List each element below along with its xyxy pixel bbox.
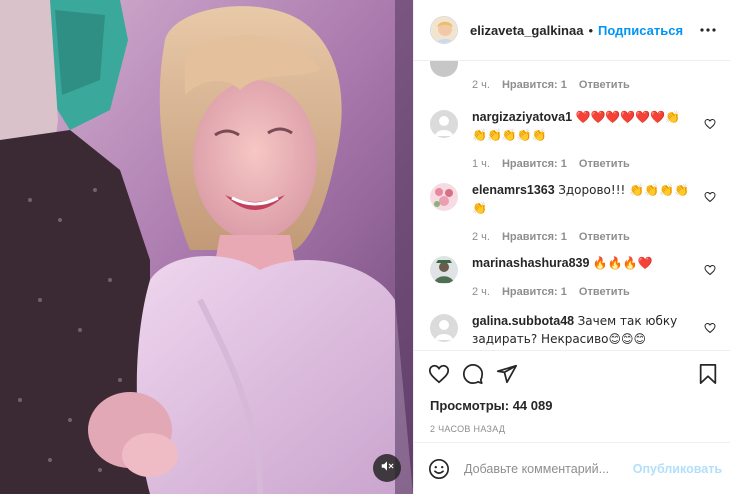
comment-meta: 1 ч. Нравится: 1 Ответить (472, 158, 716, 170)
add-comment-bar: Опубликовать (414, 442, 730, 494)
comment-message: 😊😊😊 (472, 61, 510, 63)
comment-text: nargizaziyatova1 ❤️❤️❤️❤️❤️❤️👏👏👏👏👏👏 (472, 108, 716, 144)
comment-input[interactable] (464, 461, 633, 476)
post-viewer: elizaveta_galkinaa • Подписаться 2 ч. Нр… (0, 0, 730, 494)
views-count: Просмотры: 44 089 (414, 396, 730, 416)
muted-speaker-icon (380, 459, 394, 478)
bookmark-icon[interactable] (698, 363, 718, 385)
author-username[interactable]: elizaveta_galkinaa (470, 23, 583, 38)
more-horizontal-icon[interactable] (700, 28, 716, 32)
comment-text: marinashashura839 🔥🔥🔥❤️ (472, 254, 716, 272)
follow-button[interactable]: Подписаться (598, 23, 683, 38)
reply-button[interactable]: Ответить (579, 79, 630, 91)
comment-text: elenamrs1363 Здорово!!! 👏👏👏👏👏 (472, 181, 716, 217)
commenter-avatar[interactable] (430, 61, 458, 77)
comment-bubble-icon[interactable] (462, 363, 484, 385)
comment-text: 😊😊😊 (472, 61, 716, 65)
commenter-avatar[interactable] (430, 110, 458, 138)
author-avatar[interactable] (430, 16, 458, 44)
comment-time[interactable]: 2 ч. (472, 286, 490, 298)
comment-item: elenamrs1363 Здорово!!! 👏👏👏👏👏 2 ч. Нрави… (430, 181, 716, 243)
comment-likes[interactable]: Нравится: 1 (502, 79, 567, 91)
smiley-icon[interactable] (428, 458, 450, 480)
commenter-avatar[interactable] (430, 183, 458, 211)
comment-item: nargizaziyatova1 ❤️❤️❤️❤️❤️❤️👏👏👏👏👏👏 1 ч.… (430, 108, 716, 170)
comment-username[interactable]: nargizaziyatova1 (472, 110, 572, 124)
reply-button[interactable]: Ответить (579, 158, 630, 170)
comment-text: galina.subbota48 Зачем так юбку задирать… (472, 312, 716, 348)
comment-meta: 2 ч. Нравится: 1 Ответить (472, 231, 716, 243)
reply-button[interactable]: Ответить (579, 231, 630, 243)
comment-item: galina.subbota48 Зачем так юбку задирать… (430, 312, 716, 348)
comment-likes[interactable]: Нравится: 1 (502, 231, 567, 243)
post-time[interactable]: 2 часов назад (414, 416, 730, 442)
views-label[interactable]: Просмотры: 44 089 (430, 398, 552, 413)
comment-likes[interactable]: Нравится: 1 (502, 286, 567, 298)
heart-icon[interactable] (704, 321, 716, 339)
comment-item: 😊😊😊 2 ч. Нравится: 1 Ответить (430, 61, 716, 91)
comment-time[interactable]: 2 ч. (472, 231, 490, 243)
comment-likes[interactable]: Нравится: 1 (502, 158, 567, 170)
comment-time[interactable]: 2 ч. (472, 79, 490, 91)
post-actions (414, 350, 730, 396)
paper-plane-icon[interactable] (496, 363, 518, 385)
publish-button[interactable]: Опубликовать (633, 462, 722, 476)
post-side-panel: elizaveta_galkinaa • Подписаться 2 ч. Нр… (413, 0, 730, 494)
comment-time[interactable]: 1 ч. (472, 158, 490, 170)
comment-username[interactable]: elenamrs1363 (472, 183, 555, 197)
post-video[interactable] (0, 0, 413, 494)
comments-list[interactable]: 😊😊😊 2 ч. Нравится: 1 Ответить (414, 61, 730, 350)
post-header: elizaveta_galkinaa • Подписаться (414, 0, 730, 61)
comment-username[interactable]: galina.subbota48 (472, 314, 574, 328)
video-frame (0, 0, 413, 494)
reply-button[interactable]: Ответить (579, 286, 630, 298)
heart-icon[interactable] (704, 190, 716, 208)
mute-button[interactable] (373, 454, 401, 482)
comment-meta: 2 ч. Нравится: 1 Ответить (472, 79, 716, 91)
heart-icon[interactable] (704, 263, 716, 281)
comment-username[interactable]: marinashashura839 (472, 256, 589, 270)
separator-dot: • (588, 22, 594, 38)
commenter-avatar[interactable] (430, 256, 458, 284)
comment-message: 🔥🔥🔥❤️ (592, 256, 653, 270)
heart-icon[interactable] (428, 363, 450, 385)
heart-icon[interactable] (704, 117, 716, 135)
comment-meta: 2 ч. Нравится: 1 Ответить (472, 286, 716, 298)
comment-item: marinashashura839 🔥🔥🔥❤️ 2 ч. Нравится: 1… (430, 254, 716, 298)
commenter-avatar[interactable] (430, 314, 458, 342)
